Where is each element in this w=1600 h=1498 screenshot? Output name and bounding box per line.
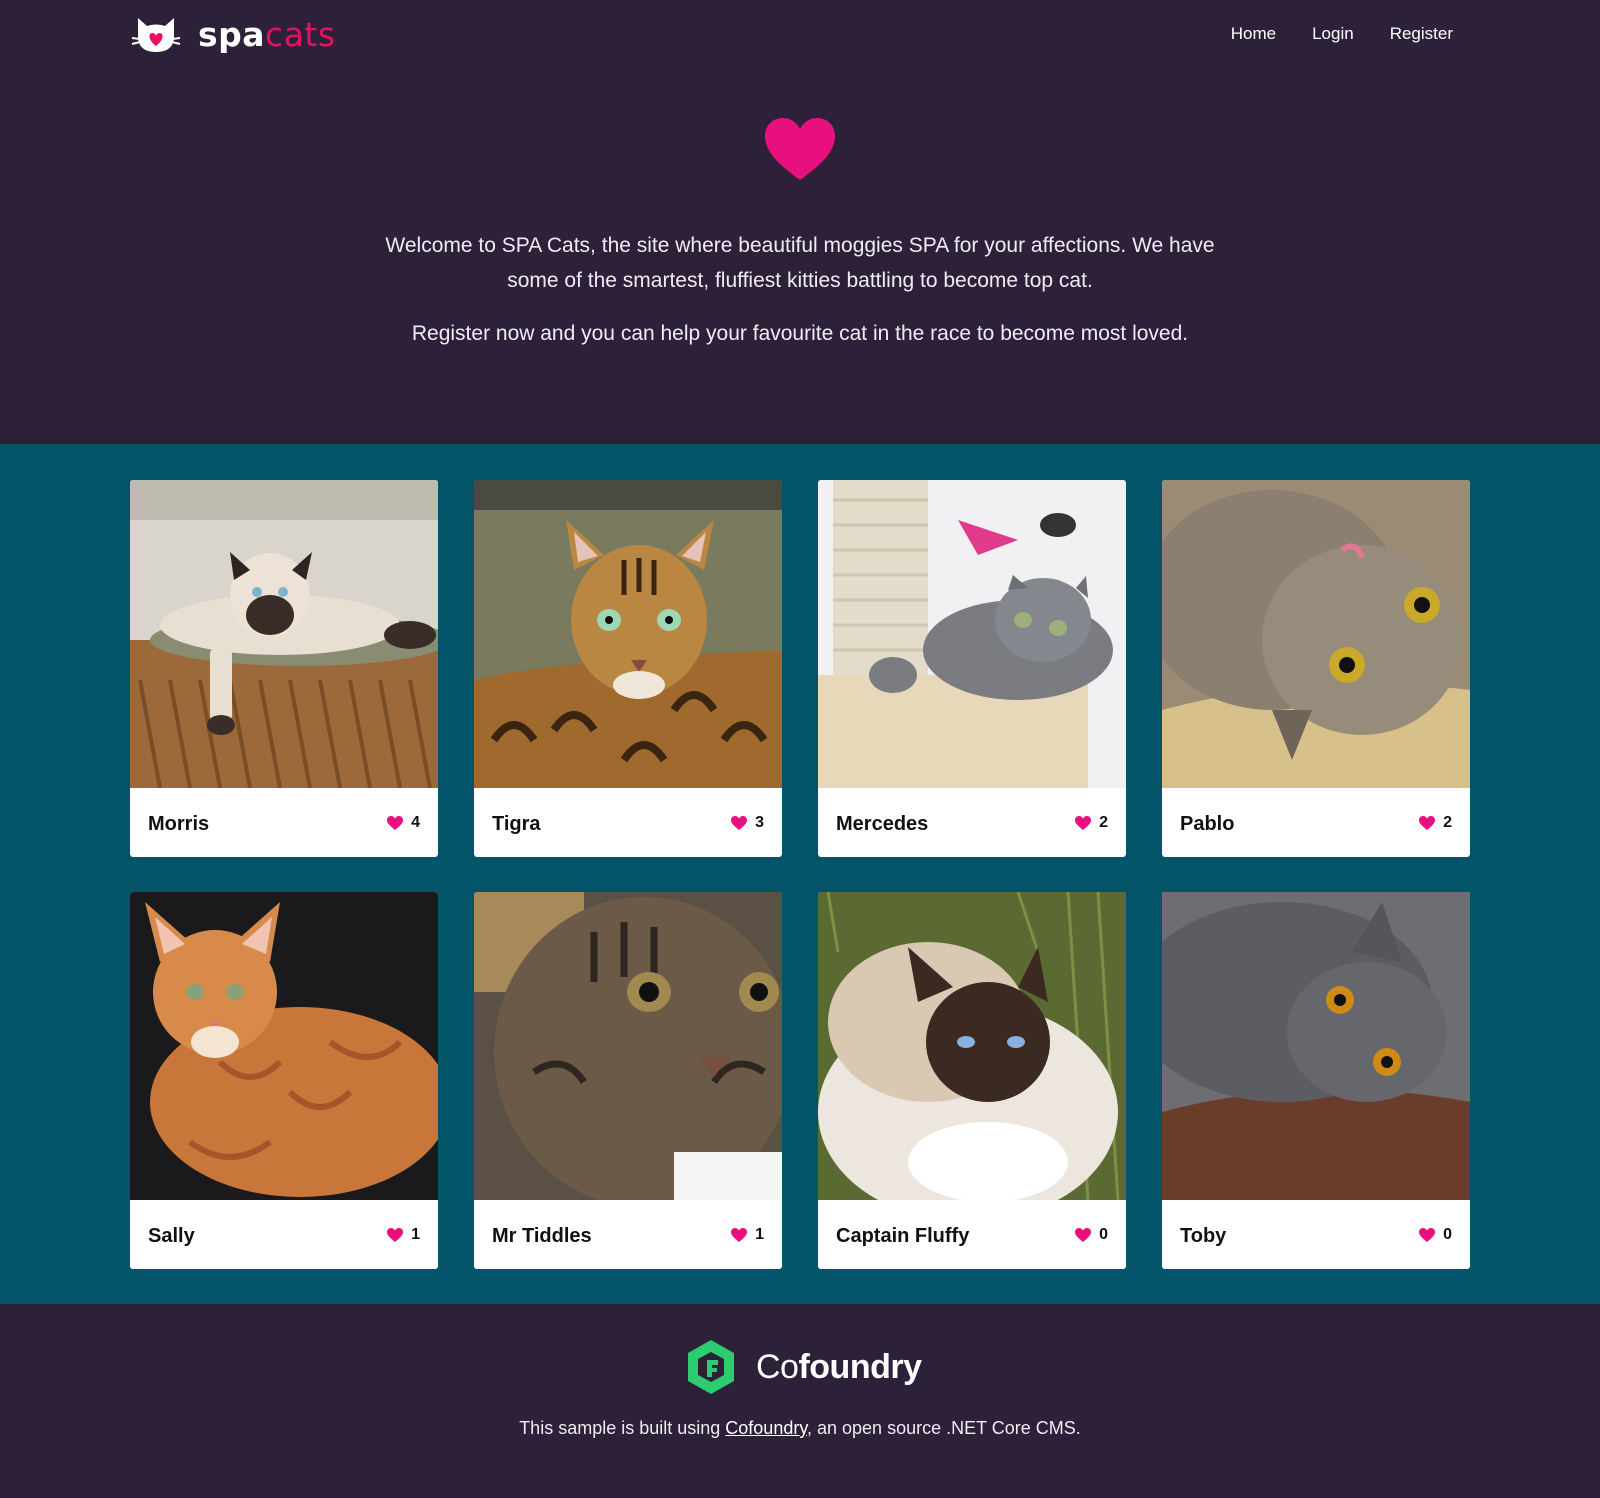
likes-value: 0 bbox=[1443, 1225, 1452, 1243]
heart-icon bbox=[1419, 815, 1436, 830]
brand-spa: spa bbox=[198, 15, 266, 54]
cat-card-footer: Morris 4 bbox=[130, 788, 438, 857]
cofoundry-co: Co bbox=[756, 1347, 799, 1386]
cat-card-footer: Toby 0 bbox=[1162, 1200, 1470, 1269]
cat-photo bbox=[818, 480, 1126, 788]
heart-icon bbox=[387, 815, 404, 830]
cat-card-mercedes[interactable]: Mercedes 2 bbox=[818, 480, 1126, 857]
footer-note-after: , an open source .NET Core CMS. bbox=[807, 1418, 1081, 1438]
likes-count: 2 bbox=[1419, 814, 1452, 832]
cat-photo bbox=[818, 892, 1126, 1200]
likes-count: 1 bbox=[731, 1226, 764, 1244]
cofoundry-link[interactable]: Cofoundry bbox=[725, 1418, 807, 1438]
brand-cats: cats bbox=[265, 15, 336, 54]
hero-section: Welcome to SPA Cats, the site where beau… bbox=[0, 70, 1600, 444]
likes-count: 2 bbox=[1075, 814, 1108, 832]
cat-name: Mercedes bbox=[836, 813, 929, 835]
footer-note-before: This sample is built using bbox=[519, 1418, 726, 1438]
likes-value: 1 bbox=[755, 1225, 764, 1243]
cat-name: Sally bbox=[148, 1225, 195, 1247]
spacats-logo[interactable]: spacats bbox=[130, 14, 336, 56]
main-nav: Home Login Register bbox=[1231, 24, 1453, 44]
cat-name: Captain Fluffy bbox=[836, 1225, 970, 1247]
cat-photo bbox=[474, 892, 782, 1200]
likes-count: 1 bbox=[387, 1226, 420, 1244]
cat-card-footer: Pablo 2 bbox=[1162, 788, 1470, 857]
likes-value: 1 bbox=[411, 1225, 420, 1243]
likes-count: 4 bbox=[387, 814, 420, 832]
heart-icon bbox=[731, 815, 748, 830]
cofoundry-hexagon-icon bbox=[688, 1340, 734, 1394]
cat-card-captain-fluffy[interactable]: Captain Fluffy 0 bbox=[818, 892, 1126, 1269]
cofoundry-logo[interactable]: Cofoundry bbox=[686, 1340, 922, 1394]
brand-wordmark: spacats bbox=[198, 15, 336, 55]
nav-register-link[interactable]: Register bbox=[1390, 24, 1453, 44]
likes-count: 3 bbox=[731, 814, 764, 832]
heart-icon bbox=[1419, 1227, 1436, 1242]
cat-name: Mr Tiddles bbox=[492, 1225, 592, 1247]
heart-icon bbox=[1075, 815, 1092, 830]
cat-card-sally[interactable]: Sally 1 bbox=[130, 892, 438, 1269]
hero-intro-text: Welcome to SPA Cats, the site where beau… bbox=[385, 234, 1215, 292]
nav-home-link[interactable]: Home bbox=[1231, 24, 1276, 44]
cat-photo bbox=[1162, 892, 1470, 1200]
cat-card-footer: Mr Tiddles 1 bbox=[474, 1200, 782, 1269]
site-footer: Cofoundry This sample is built using Cof… bbox=[0, 1304, 1600, 1498]
likes-value: 3 bbox=[755, 813, 764, 831]
cat-photo bbox=[1162, 480, 1470, 788]
cat-logo-icon bbox=[131, 18, 181, 52]
cofoundry-wordmark: Cofoundry bbox=[756, 1348, 922, 1387]
likes-value: 4 bbox=[411, 813, 420, 831]
cat-name: Tigra bbox=[492, 813, 541, 835]
cat-photo bbox=[130, 480, 438, 788]
cat-card-tigra[interactable]: Tigra 3 bbox=[474, 480, 782, 857]
cat-card-morris[interactable]: Morris 4 bbox=[130, 480, 438, 857]
likes-count: 0 bbox=[1419, 1226, 1452, 1244]
cat-gallery: Morris 4 Tigra 3 Mercedes 2 Pablo 2 Sall… bbox=[0, 444, 1600, 1304]
cat-photo bbox=[130, 892, 438, 1200]
cat-card-toby[interactable]: Toby 0 bbox=[1162, 892, 1470, 1269]
cofoundry-foundry: foundry bbox=[798, 1347, 922, 1386]
cat-card-mr-tiddles[interactable]: Mr Tiddles 1 bbox=[474, 892, 782, 1269]
cat-name: Morris bbox=[148, 813, 210, 835]
hero-cta-text: Register now and you can help your favou… bbox=[411, 322, 1189, 345]
likes-value: 0 bbox=[1099, 1225, 1108, 1243]
cat-name: Pablo bbox=[1180, 813, 1235, 835]
likes-count: 0 bbox=[1075, 1226, 1108, 1244]
site-header: spacats Home Login Register bbox=[0, 0, 1600, 70]
likes-value: 2 bbox=[1443, 813, 1452, 831]
cat-card-footer: Sally 1 bbox=[130, 1200, 438, 1269]
heart-icon bbox=[387, 1227, 404, 1242]
cat-card-footer: Tigra 3 bbox=[474, 788, 782, 857]
cat-card-footer: Captain Fluffy 0 bbox=[818, 1200, 1126, 1269]
heart-icon bbox=[731, 1227, 748, 1242]
likes-value: 2 bbox=[1099, 813, 1108, 831]
cat-photo bbox=[474, 480, 782, 788]
footer-note: This sample is built using Cofoundry, an… bbox=[0, 1418, 1600, 1439]
heart-icon bbox=[765, 118, 835, 180]
cat-name: Toby bbox=[1180, 1225, 1227, 1247]
nav-login-link[interactable]: Login bbox=[1312, 24, 1354, 44]
cat-card-pablo[interactable]: Pablo 2 bbox=[1162, 480, 1470, 857]
cat-card-footer: Mercedes 2 bbox=[818, 788, 1126, 857]
heart-icon bbox=[1075, 1227, 1092, 1242]
